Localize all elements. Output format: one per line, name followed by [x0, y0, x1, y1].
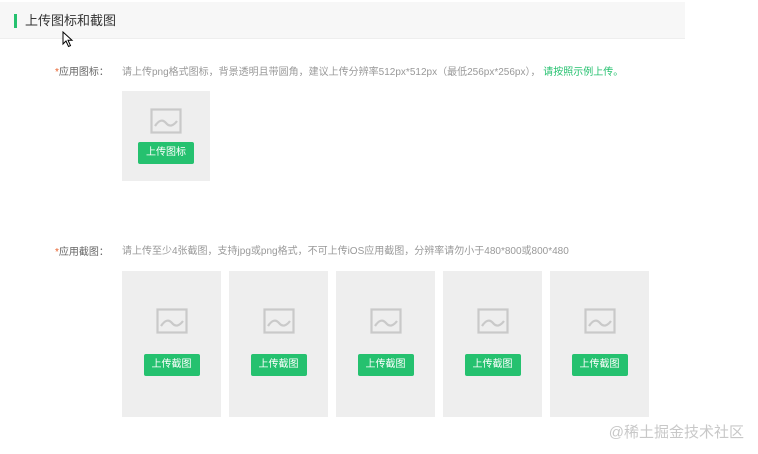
mouse-cursor-icon [62, 31, 74, 48]
icon-field-hint: 请上传png格式图标，背景透明且带圆角，建议上传分辨率512px*512px（最… [122, 66, 623, 80]
icon-hint-text: 请上传png格式图标，背景透明且带圆角，建议上传分辨率512px*512px（最… [122, 67, 544, 78]
screenshot-label-text: 应用截图： [58, 247, 109, 258]
section-header: 上传图标和截图 [0, 2, 685, 39]
upload-screenshot-button[interactable]: 上传截图 [143, 354, 200, 376]
icon-field-label: *应用图标： [55, 66, 109, 80]
icon-label-text: 应用图标： [58, 67, 109, 78]
icon-upload-box[interactable]: 上传图标 [122, 91, 210, 181]
image-placeholder-icon [583, 308, 616, 334]
image-placeholder-icon [476, 308, 509, 334]
upload-screenshot-button[interactable]: 上传截图 [250, 354, 307, 376]
upload-icon-button[interactable]: 上传图标 [138, 142, 194, 164]
screenshot-slot[interactable]: 上传截图 [229, 271, 328, 417]
screenshot-field-label: *应用截图： [55, 246, 109, 260]
image-placeholder-icon [262, 308, 295, 334]
image-placeholder-icon [150, 108, 182, 134]
header-accent-bar [14, 14, 17, 28]
upload-screenshot-button[interactable]: 上传截图 [464, 354, 521, 376]
watermark: @稀土掘金技术社区 [608, 424, 744, 441]
screenshot-slot[interactable]: 上传截图 [550, 271, 649, 417]
example-link[interactable]: 请按照示例上传。 [543, 67, 623, 78]
screenshot-slot[interactable]: 上传截图 [122, 271, 221, 417]
screenshot-field-hint: 请上传至少4张截图，支持jpg或png格式，不可上传iOS应用截图，分辨率请勿小… [122, 246, 569, 257]
image-placeholder-icon [155, 308, 188, 334]
screenshot-slot[interactable]: 上传截图 [336, 271, 435, 417]
section-title: 上传图标和截图 [25, 13, 117, 28]
upload-screenshot-button[interactable]: 上传截图 [571, 354, 628, 376]
image-placeholder-icon [369, 308, 402, 334]
upload-screenshot-button[interactable]: 上传截图 [357, 354, 414, 376]
screenshot-slot[interactable]: 上传截图 [443, 271, 542, 417]
